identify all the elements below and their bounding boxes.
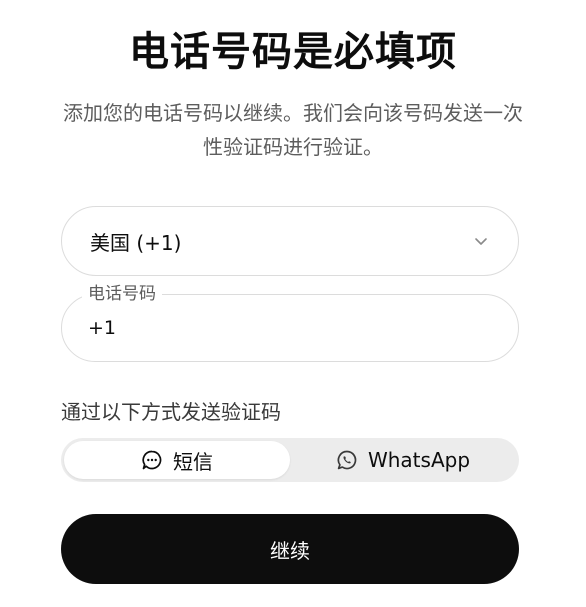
send-method-label: 通过以下方式发送验证码 — [61, 400, 281, 424]
sms-option[interactable]: 短信 — [64, 441, 290, 479]
phone-field-label: 电话号码 — [82, 283, 162, 305]
phone-field: 电话号码 — [61, 283, 519, 362]
page-subtitle: 添加您的电话号码以继续。我们会向该号码发送一次性验证码进行验证。 — [63, 101, 523, 159]
country-select-value: 美国 (+1) — [90, 230, 182, 255]
continue-button[interactable]: 继续 — [61, 514, 519, 584]
sms-option-label: 短信 — [173, 449, 213, 474]
chevron-down-icon — [472, 232, 490, 250]
country-select[interactable]: 美国 (+1) — [61, 206, 519, 276]
send-method-toggle: 短信 WhatsApp — [61, 438, 519, 482]
whatsapp-option-label: WhatsApp — [367, 448, 471, 472]
chat-bubble-icon — [141, 449, 163, 471]
whatsapp-option[interactable]: WhatsApp — [290, 441, 516, 479]
page-title: 电话号码是必填项 — [129, 29, 457, 75]
phone-input[interactable] — [88, 311, 488, 345]
whatsapp-icon — [336, 449, 358, 471]
